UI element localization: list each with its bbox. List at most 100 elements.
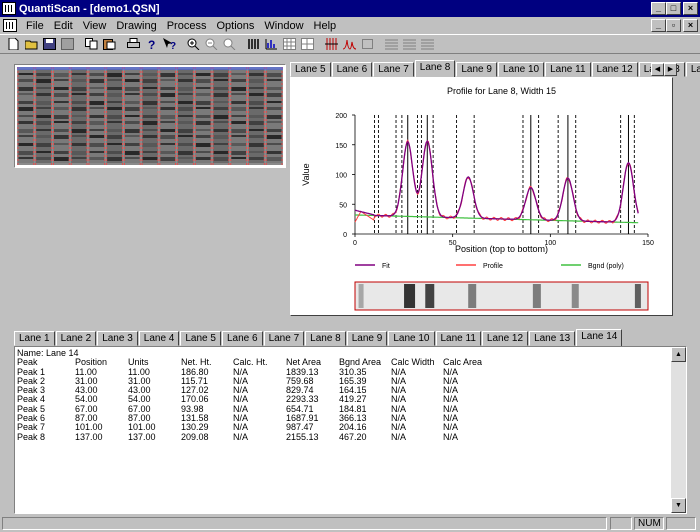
peak-button[interactable] — [341, 36, 358, 52]
table-tab-lane-13[interactable]: Lane 13 — [529, 331, 576, 346]
gel-band — [231, 129, 247, 133]
profile-tab-lane-14[interactable]: Lane 14 — [685, 62, 700, 77]
menu-file[interactable]: File — [21, 20, 49, 32]
gel-band — [36, 157, 51, 160]
paste-button[interactable] — [101, 36, 118, 52]
gel-band — [142, 73, 158, 76]
table-tab-lane-14[interactable]: Lane 14 — [576, 329, 623, 346]
grid-button[interactable] — [281, 36, 298, 52]
gel-band — [36, 143, 51, 147]
box-button[interactable] — [359, 36, 376, 52]
profile-tab-lane-9[interactable]: Lane 9 — [456, 62, 497, 77]
close-button[interactable]: × — [683, 2, 698, 15]
help-button[interactable]: ? — [143, 36, 160, 52]
profile-button[interactable] — [323, 36, 340, 52]
menu-process[interactable]: Process — [162, 20, 212, 32]
histogram-button[interactable] — [263, 36, 280, 52]
gel-band — [231, 151, 247, 155]
menu-edit[interactable]: Edit — [49, 20, 78, 32]
gel-band — [124, 101, 140, 104]
gel-band — [36, 87, 51, 89]
gel-band — [89, 107, 105, 109]
table-tab-lane-11[interactable]: Lane 11 — [435, 331, 481, 346]
menu-help[interactable]: Help — [309, 20, 342, 32]
table-tab-lane-8[interactable]: Lane 8 — [305, 331, 346, 346]
status-message — [2, 517, 607, 530]
grid-edit-button[interactable] — [299, 36, 316, 52]
gel-band — [124, 151, 140, 155]
profile-tab-lane-10[interactable]: Lane 10 — [497, 62, 545, 77]
align-center-button[interactable] — [401, 36, 418, 52]
profile-tab-lane-12[interactable]: Lane 12 — [591, 62, 638, 77]
menu-window[interactable]: Window — [259, 20, 308, 32]
doc-restore-button[interactable]: ▫ — [666, 19, 681, 32]
table-tab-lane-3[interactable]: Lane 3 — [97, 331, 138, 346]
y-tick-label: 100 — [335, 173, 347, 180]
open-button[interactable] — [23, 36, 40, 52]
scroll-down-button[interactable]: ▼ — [671, 498, 686, 513]
gel-band — [160, 115, 176, 119]
window-title: QuantiScan - [demo1.QSN] — [19, 2, 160, 15]
gel-band — [160, 151, 176, 154]
gel-band — [195, 129, 211, 131]
table-tab-lane-9[interactable]: Lane 9 — [346, 331, 388, 346]
x-axis-label: Position (top to bottom) — [455, 244, 548, 254]
table-tab-lane-7[interactable]: Lane 7 — [263, 331, 305, 346]
scroll-up-button[interactable]: ▲ — [671, 347, 686, 362]
maximize-button[interactable]: □ — [666, 2, 681, 15]
zoom-fit-button[interactable] — [221, 36, 238, 52]
table-tab-lane-4[interactable]: Lane 4 — [138, 331, 180, 346]
gel-image-panel[interactable] — [14, 64, 286, 168]
gel-band — [53, 79, 69, 81]
app-icon[interactable] — [2, 2, 16, 15]
zoom-out-button[interactable] — [203, 36, 220, 52]
profile-tab-lane-6[interactable]: Lane 6 — [331, 62, 373, 77]
profile-tab-lane-7[interactable]: Lane 7 — [373, 62, 414, 77]
doc-close-button[interactable]: × — [683, 19, 698, 32]
profile-chart[interactable]: Profile for Lane 8, Width 15 Value Positio… — [291, 78, 672, 315]
lane-strip-band — [404, 284, 416, 308]
gel-band — [53, 157, 69, 161]
print-button[interactable] — [125, 36, 142, 52]
gel-band — [18, 157, 34, 159]
table-tab-lane-2[interactable]: Lane 2 — [55, 331, 97, 346]
peak-table-frame: Name: Lane 14 Peak Position Units Net. Ht. Ca… — [14, 346, 687, 514]
gel-band — [53, 151, 69, 154]
document-icon[interactable] — [3, 19, 17, 32]
context-help-button[interactable]: ? — [161, 36, 178, 52]
tab-scroll-right-button[interactable]: ▶ — [664, 63, 677, 76]
align-right-button[interactable] — [419, 36, 436, 52]
tab-scroll-left-button[interactable]: ◀ — [651, 63, 664, 76]
gel-band — [71, 107, 87, 111]
gel-band — [160, 79, 176, 81]
copy-button[interactable] — [83, 36, 100, 52]
gel-band — [178, 115, 193, 117]
gel-band — [18, 135, 34, 137]
table-tab-lane-12[interactable]: Lane 12 — [481, 331, 529, 346]
gel-band — [142, 157, 158, 160]
lanes-button[interactable] — [245, 36, 262, 52]
zoom-in-button[interactable] — [185, 36, 202, 52]
profile-tab-lane-5[interactable]: Lane 5 — [290, 62, 331, 77]
save-button[interactable] — [41, 36, 58, 52]
table-tab-lane-5[interactable]: Lane 5 — [180, 331, 221, 346]
doc-minimize-button[interactable]: _ — [651, 19, 666, 32]
menu-options[interactable]: Options — [211, 20, 259, 32]
align-left-button[interactable] — [383, 36, 400, 52]
new-button[interactable] — [5, 36, 22, 52]
save-as-button[interactable] — [59, 36, 76, 52]
gel-band — [142, 87, 158, 89]
gel-band — [178, 157, 193, 159]
profile-tab-lane-8[interactable]: Lane 8 — [414, 60, 456, 77]
menu-view[interactable]: View — [78, 20, 112, 32]
menu-drawing[interactable]: Drawing — [111, 20, 161, 32]
vertical-scrollbar[interactable]: ▲ ▼ — [671, 347, 686, 513]
table-tab-lane-6[interactable]: Lane 6 — [221, 331, 263, 346]
gel-band — [249, 115, 264, 118]
table-tab-lane-1[interactable]: Lane 1 — [14, 331, 55, 346]
gel-band — [195, 73, 211, 76]
profile-tab-lane-11[interactable]: Lane 11 — [545, 62, 591, 77]
table-tab-lane-10[interactable]: Lane 10 — [388, 331, 435, 346]
minimize-button[interactable]: _ — [651, 2, 666, 15]
gel-image[interactable] — [17, 67, 283, 165]
